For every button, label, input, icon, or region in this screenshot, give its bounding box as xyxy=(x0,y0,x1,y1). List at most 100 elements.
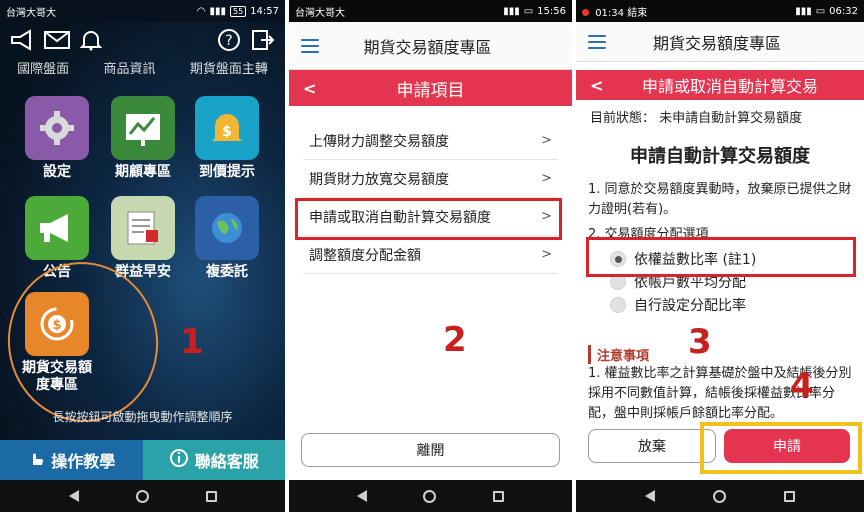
hamburger-menu-icon[interactable] xyxy=(301,38,319,53)
list-item-label: 調整額度分配金額 xyxy=(309,247,421,264)
app-label: 到價提示 xyxy=(199,164,255,180)
step-number: 2 xyxy=(443,320,467,360)
service-button[interactable]: 聯絡客服 xyxy=(142,440,285,480)
bottom-bar: 操作教學 聯絡客服 xyxy=(0,440,285,480)
help-icon[interactable]: ? xyxy=(217,28,241,56)
chart-board-icon xyxy=(111,96,175,160)
list-item-label: 上傳財力調整交易額度 xyxy=(309,133,449,150)
section-header: < 申請項目 xyxy=(289,70,572,106)
megaphone-icon xyxy=(25,196,89,260)
list-item-label: 期貨財力放寬交易額度 xyxy=(309,171,449,188)
drag-hint: 長按按鈕可啟動拖曳動作調整順序 xyxy=(52,410,233,424)
newspaper-icon xyxy=(111,196,175,260)
status-bar: 台灣大哥大 ◠ ▮▮▮ 55 14:57 xyxy=(0,0,285,22)
chevron-right-icon: > xyxy=(541,171,552,186)
form-heading: 申請自動計算交易額度 xyxy=(630,146,810,167)
recents-nav-icon[interactable] xyxy=(784,490,795,502)
recents-nav-icon[interactable] xyxy=(492,490,504,502)
phone-apply-menu: 台灣大哥大 ▮▮▮ ▭ 15:56 期貨交易額度專區 < 申請項目 上傳財力調整… xyxy=(289,0,572,512)
android-nav-bar xyxy=(289,480,572,512)
clipped-label: 國際盤面 xyxy=(17,62,70,74)
back-chevron-icon[interactable]: < xyxy=(303,79,323,98)
status-bar: 01:34 結束 ▮▮▮ ▭ 06:32 xyxy=(576,0,864,22)
list-item[interactable]: 調整額度分配金額 > xyxy=(303,236,558,274)
signal-icon: ▮▮▮ xyxy=(209,5,226,17)
mail-icon[interactable] xyxy=(44,30,70,54)
clock-time: 15:56 xyxy=(537,5,566,17)
hand-icon xyxy=(27,449,45,471)
app-price-alert[interactable]: $ 到價提示 xyxy=(190,96,264,181)
svg-text:$: $ xyxy=(222,124,232,140)
service-label: 聯絡客服 xyxy=(194,452,259,471)
app-header: 期貨交易額度專區 xyxy=(289,22,572,70)
page-title: 期貨交易額度專區 xyxy=(652,33,781,53)
wifi-icon: ◠ xyxy=(196,5,206,17)
signal-icon: ▮▮▮ xyxy=(795,5,812,17)
step-number: 1 xyxy=(180,322,204,362)
megaphone-icon[interactable] xyxy=(10,29,34,55)
list-item[interactable]: 期貨財力放寬交易額度 > xyxy=(303,160,558,198)
back-nav-icon[interactable] xyxy=(357,490,368,502)
tutorial-label: 操作教學 xyxy=(51,452,116,471)
gear-icon xyxy=(25,96,89,160)
home-toolbar: ? xyxy=(0,22,285,62)
list-item[interactable]: 上傳財力調整交易額度 > xyxy=(303,122,558,160)
app-label: 複委託 xyxy=(206,264,248,280)
tutorial-screenshot: 台灣大哥大 ◠ ▮▮▮ 55 14:57 ? 國際盤面 商品資訊 期貨盤面主轉 … xyxy=(0,0,864,512)
app-morning-news[interactable]: 群益早安 xyxy=(106,196,180,281)
bell-icon[interactable] xyxy=(79,29,103,55)
chevron-right-icon: > xyxy=(541,247,552,262)
app-header: 期貨交易額度專區 xyxy=(576,22,864,62)
page-title: 期貨交易額度專區 xyxy=(363,37,492,57)
phone-auto-calc-apply: 01:34 結束 ▮▮▮ ▭ 06:32 期貨交易額度專區 < 申請或取消自動計… xyxy=(576,0,864,512)
app-label: 設定 xyxy=(43,164,71,180)
home-nav-icon[interactable] xyxy=(135,489,149,503)
section-title: 申請項目 xyxy=(396,80,465,101)
tutorial-button[interactable]: 操作教學 xyxy=(0,440,143,480)
bell-dollar-icon: $ xyxy=(195,96,259,160)
clipped-label: 商品資訊 xyxy=(103,62,156,74)
recording-dot-icon xyxy=(582,8,589,16)
app-sub-brokerage[interactable]: 複委託 xyxy=(190,196,264,281)
svg-text:?: ? xyxy=(225,33,232,49)
highlight-box xyxy=(700,422,862,474)
carrier-label: 台灣大哥大 xyxy=(295,7,345,19)
clock-time: 06:32 xyxy=(829,5,858,17)
step-number: 3 xyxy=(688,322,712,362)
back-nav-icon[interactable] xyxy=(68,490,79,502)
call-time: 01:34 xyxy=(595,7,625,19)
option-label: 自行設定分配比率 xyxy=(634,298,746,314)
app-advisor[interactable]: 期顧專區 xyxy=(106,96,180,181)
section-title: 申請或取消自動計算交易 xyxy=(641,77,818,96)
step-number: 4 xyxy=(790,366,814,406)
recents-nav-icon[interactable] xyxy=(205,490,217,502)
info-icon xyxy=(169,448,189,472)
home-nav-icon[interactable] xyxy=(713,489,726,503)
android-nav-bar xyxy=(576,480,864,512)
clause-1: 1. 同意於交易額度異動時，放棄原已提供之財力證明(若有)。 xyxy=(588,182,852,217)
radio-unselected[interactable] xyxy=(610,297,626,313)
clipped-label: 期貨盤面主轉 xyxy=(189,62,268,74)
phone-home-screen: 台灣大哥大 ◠ ▮▮▮ 55 14:57 ? 國際盤面 商品資訊 期貨盤面主轉 … xyxy=(0,0,285,512)
app-settings[interactable]: 設定 xyxy=(20,96,94,181)
globe-icon xyxy=(195,196,259,260)
home-nav-icon[interactable] xyxy=(423,489,437,503)
cancel-button[interactable]: 放棄 xyxy=(588,429,716,463)
hamburger-menu-icon[interactable] xyxy=(588,34,606,49)
clock-time: 14:57 xyxy=(250,5,279,17)
battery-icon: ▭ xyxy=(523,5,534,17)
leave-button[interactable]: 離開 xyxy=(301,433,560,467)
battery-icon: ▭ xyxy=(815,5,826,17)
current-status: 目前狀態： 未申請自動計算交易額度 xyxy=(590,111,803,126)
battery-level: 55 xyxy=(229,5,247,17)
signal-icon: ▮▮▮ xyxy=(503,5,520,17)
section-header: < 申請或取消自動計算交易 xyxy=(576,70,864,100)
option-custom-ratio[interactable]: 自行設定分配比率 xyxy=(610,295,746,315)
status-bar: 台灣大哥大 ▮▮▮ ▭ 15:56 xyxy=(289,0,572,22)
logout-icon[interactable] xyxy=(251,28,275,56)
chevron-right-icon: > xyxy=(541,133,552,148)
back-nav-icon[interactable] xyxy=(645,490,655,502)
carrier-label: 台灣大哥大 xyxy=(6,7,56,19)
back-chevron-icon[interactable]: < xyxy=(590,76,610,95)
note-title: 注意事項 xyxy=(588,345,649,364)
